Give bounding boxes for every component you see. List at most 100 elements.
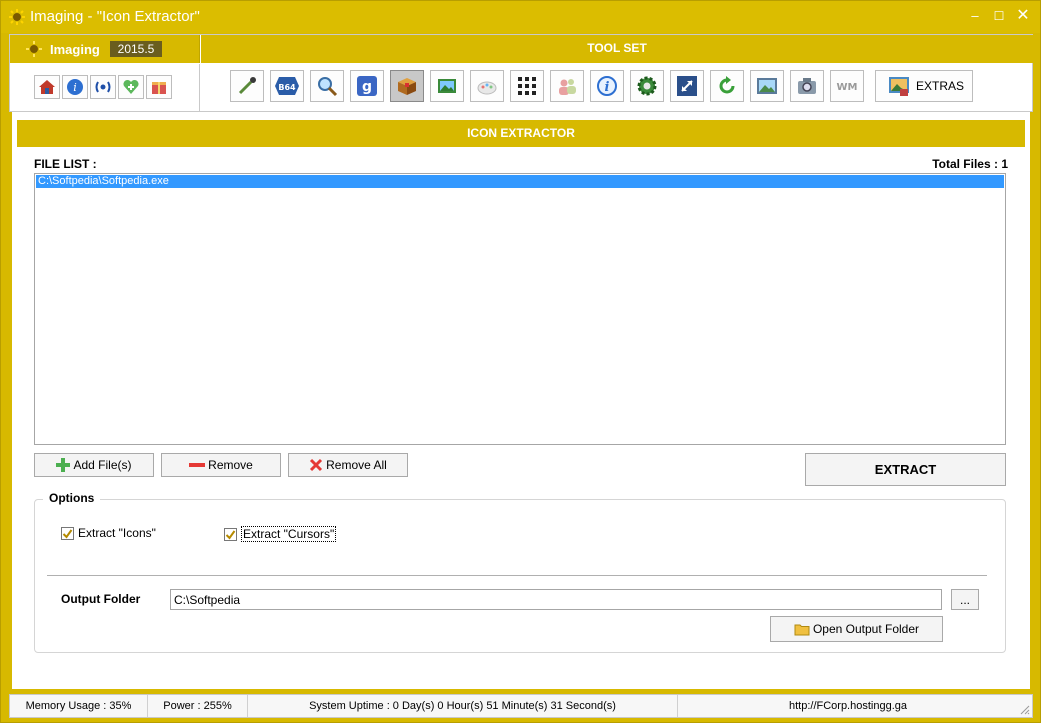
sun-icon xyxy=(9,9,25,25)
add-files-label: Add File(s) xyxy=(73,458,132,472)
dropper-icon xyxy=(238,77,256,95)
svg-text:i: i xyxy=(73,81,77,94)
resize-grip-icon[interactable] xyxy=(1018,703,1030,715)
color-picker-button[interactable] xyxy=(230,70,264,102)
home-button[interactable] xyxy=(34,75,60,99)
checkbox-box[interactable] xyxy=(224,527,237,541)
search-button[interactable] xyxy=(310,70,344,102)
output-folder-input[interactable] xyxy=(170,589,942,610)
base64-icon: B64 xyxy=(275,77,299,95)
section-title: ICON EXTRACTOR xyxy=(17,120,1025,147)
people-button[interactable] xyxy=(550,70,584,102)
sun-icon xyxy=(26,41,42,57)
title-bar[interactable]: Imaging - "Icon Extractor" ‒ ☐ ✕ xyxy=(1,1,1040,33)
svg-text:i: i xyxy=(605,80,610,95)
health-button[interactable] xyxy=(118,75,144,99)
broadcast-button[interactable] xyxy=(90,75,116,99)
screenshot-button[interactable] xyxy=(790,70,824,102)
system-uptime: System Uptime : 0 Day(s) 0 Hour(s) 51 Mi… xyxy=(248,695,678,717)
extract-cursors-checkbox[interactable]: Extract "Cursors" xyxy=(224,526,337,542)
open-output-folder-label: Open Output Folder xyxy=(812,622,920,636)
window-title: Imaging - "Icon Extractor" xyxy=(30,8,200,25)
version-badge: 2015.5 xyxy=(110,41,162,57)
total-files-label: Total Files : 1 xyxy=(932,157,1008,171)
extras-label: EXTRAS xyxy=(916,79,965,93)
app-window: Imaging - "Icon Extractor" ‒ ☐ ✕ Imaging… xyxy=(0,0,1041,723)
checkbox-box[interactable] xyxy=(61,526,74,540)
watermark-button[interactable]: WM xyxy=(830,70,864,102)
plus-icon xyxy=(56,458,71,472)
file-list[interactable]: C:\Softpedia\Softpedia.exe xyxy=(34,173,1006,445)
extras-button[interactable]: EXTRAS xyxy=(875,70,973,102)
minimize-button[interactable]: ‒ xyxy=(964,6,986,26)
box-icon xyxy=(398,78,416,95)
image-convert-icon xyxy=(438,79,456,93)
svg-text:g: g xyxy=(362,79,372,95)
home-icon xyxy=(39,80,55,94)
camera-icon xyxy=(798,78,816,94)
gift-button[interactable] xyxy=(146,75,172,99)
image-viewer-button[interactable] xyxy=(750,70,784,102)
close-button[interactable]: ✕ xyxy=(1012,6,1034,26)
broadcast-icon xyxy=(95,81,111,93)
svg-text:WM: WM xyxy=(837,82,858,93)
resize-button[interactable] xyxy=(670,70,704,102)
brand-name: Imaging xyxy=(50,42,100,57)
open-output-folder-button[interactable]: Open Output Folder xyxy=(770,616,943,642)
gift-icon xyxy=(152,82,166,94)
divider xyxy=(47,575,987,576)
people-icon xyxy=(559,79,576,95)
remove-all-button[interactable]: Remove All xyxy=(288,453,408,477)
svg-text:B64: B64 xyxy=(278,83,296,92)
website-link[interactable]: http://FCorp.hostingg.ga xyxy=(678,695,1018,717)
checkmark-icon xyxy=(225,529,236,540)
extras-icon xyxy=(889,77,909,96)
paint-icon xyxy=(477,81,497,95)
brand-header: Imaging 2015.5 xyxy=(10,35,200,63)
options-group: Options Extract "Icons" Extract "Cursors… xyxy=(34,491,1006,653)
nav-toolbar: i xyxy=(10,64,200,112)
settings-button[interactable] xyxy=(630,70,664,102)
tool-toolbar: B64 g i WM EXTRAS xyxy=(201,64,1033,112)
extract-button[interactable]: EXTRACT xyxy=(805,453,1006,486)
google-icon: g xyxy=(357,76,377,96)
refresh-icon xyxy=(719,76,735,94)
grid-button[interactable] xyxy=(510,70,544,102)
file-info-button[interactable]: i xyxy=(590,70,624,102)
toolbar-area: Imaging 2015.5 TOOL SET i B64 g i WM EXT… xyxy=(9,34,1033,112)
minus-icon xyxy=(189,463,206,467)
base64-button[interactable]: B64 xyxy=(270,70,304,102)
about-button[interactable]: i xyxy=(62,75,88,99)
grid-icon xyxy=(518,77,536,95)
watermark-icon: WM xyxy=(837,82,858,93)
health-icon xyxy=(123,79,139,94)
list-item[interactable]: C:\Softpedia\Softpedia.exe xyxy=(36,175,1004,188)
picture-icon xyxy=(757,78,777,94)
rotate-button[interactable] xyxy=(710,70,744,102)
magnifier-icon xyxy=(318,77,338,97)
main-panel: ICON EXTRACTOR FILE LIST : Total Files :… xyxy=(9,112,1033,692)
paint-button[interactable] xyxy=(470,70,504,102)
extract-icons-label: Extract "Icons" xyxy=(78,526,156,540)
extract-cursors-label: Extract "Cursors" xyxy=(241,526,337,542)
info-circle-icon: i xyxy=(597,76,617,96)
maximize-button[interactable]: ☐ xyxy=(988,6,1010,26)
folder-icon xyxy=(794,624,810,636)
image-convert-button[interactable] xyxy=(430,70,464,102)
remove-label: Remove xyxy=(208,458,253,472)
checkmark-icon xyxy=(62,528,73,539)
info-icon: i xyxy=(67,79,83,95)
google-search-button[interactable]: g xyxy=(350,70,384,102)
status-bar: Memory Usage : 35% Power : 255% System U… xyxy=(9,694,1033,718)
memory-usage: Memory Usage : 35% xyxy=(10,695,148,717)
power-status: Power : 255% xyxy=(148,695,248,717)
icon-extractor-button[interactable] xyxy=(390,70,424,102)
gear-icon xyxy=(637,76,657,96)
browse-button[interactable]: ... xyxy=(951,589,979,610)
options-legend: Options xyxy=(43,491,101,505)
extract-icons-checkbox[interactable]: Extract "Icons" xyxy=(61,526,156,540)
toolset-header: TOOL SET xyxy=(201,35,1033,63)
add-files-button[interactable]: Add File(s) xyxy=(34,453,154,477)
remove-button[interactable]: Remove xyxy=(161,453,281,477)
remove-all-label: Remove All xyxy=(326,458,387,472)
